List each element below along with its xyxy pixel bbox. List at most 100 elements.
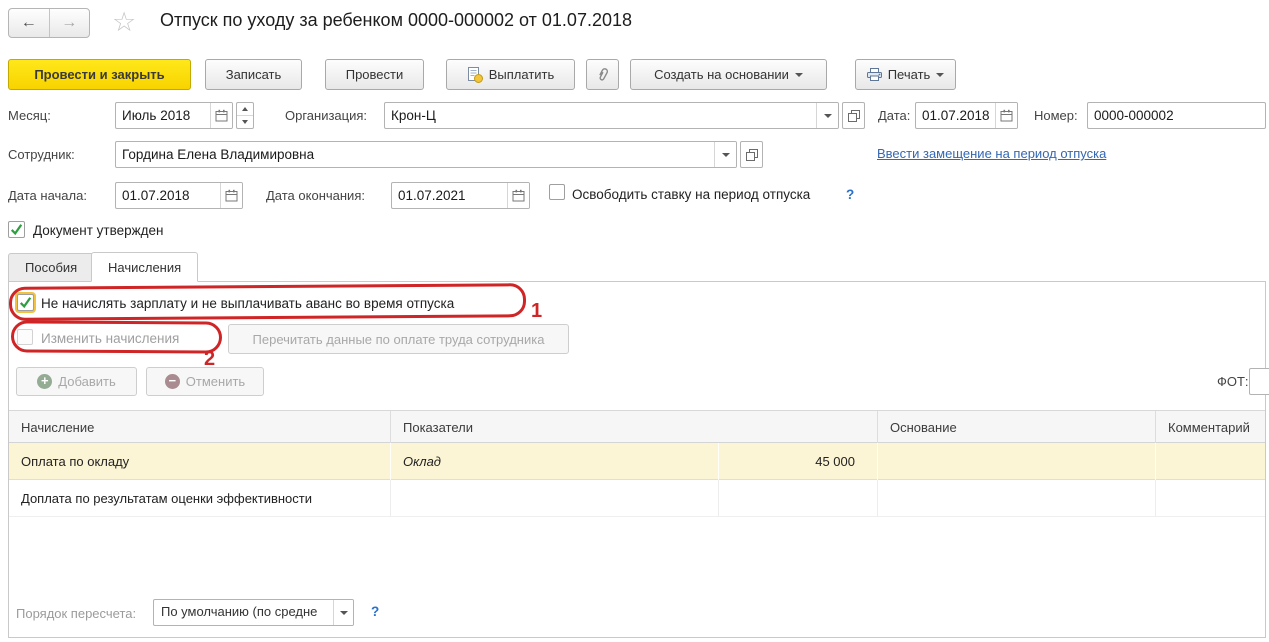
fot-label: ФОТ:	[1217, 374, 1249, 389]
employee-field	[115, 141, 737, 168]
date-label: Дата:	[878, 108, 910, 123]
back-button[interactable]: ←	[9, 9, 50, 37]
stepper-up-icon[interactable]	[237, 103, 253, 116]
nav-history-group: ← →	[8, 8, 90, 38]
pay-button[interactable]: Выплатить	[446, 59, 575, 90]
column-header-indicators[interactable]: Показатели	[390, 411, 877, 444]
column-header-basis[interactable]: Основание	[877, 411, 1155, 444]
recalc-help-icon[interactable]: ?	[371, 604, 379, 619]
tab-accruals[interactable]: Начисления	[91, 252, 198, 282]
attachments-button[interactable]	[586, 59, 619, 90]
reread-data-button[interactable]: Перечитать данные по оплате труда сотруд…	[228, 324, 569, 354]
table-row-selected[interactable]: Оплата по окладу Оклад 45 000	[9, 443, 1265, 480]
save-label: Записать	[226, 67, 282, 82]
create-based-on-label: Создать на основании	[654, 67, 789, 82]
save-button[interactable]: Записать	[205, 59, 302, 90]
release-rate-label: Освободить ставку на период отпуска	[572, 187, 810, 202]
add-row-label: Добавить	[58, 374, 115, 389]
cell-accrual[interactable]: Доплата по результатам оценки эффективно…	[9, 480, 390, 517]
start-date-label: Дата начала:	[8, 188, 87, 203]
post-and-close-label: Провести и закрыть	[34, 67, 164, 82]
recalc-order-label: Порядок пересчета:	[16, 606, 136, 621]
print-button[interactable]: Печать	[855, 59, 956, 90]
month-field	[115, 102, 233, 129]
fot-field	[1249, 368, 1269, 395]
employee-input[interactable]	[116, 142, 714, 167]
organization-open-button[interactable]	[842, 102, 865, 129]
recalc-order-select[interactable]: По умолчанию (по средне	[153, 599, 354, 626]
forward-button[interactable]: →	[50, 9, 90, 37]
change-accruals-checkbox[interactable]	[17, 329, 33, 345]
annotation-number-1: 1	[531, 300, 542, 323]
cell-basis[interactable]	[877, 480, 1155, 517]
dropdown-chevron-icon[interactable]	[714, 142, 736, 167]
employee-open-button[interactable]	[740, 141, 763, 168]
number-field	[1087, 102, 1266, 129]
cell-value[interactable]: 45 000	[718, 443, 877, 480]
no-salary-checkbox[interactable]	[17, 294, 34, 311]
recalc-order-value: По умолчанию (по средне	[154, 600, 333, 625]
change-accruals-label: Изменить начисления	[41, 331, 179, 346]
page-title: Отпуск по уходу за ребенком 0000-000002 …	[160, 10, 632, 31]
organization-input[interactable]	[385, 103, 816, 128]
cancel-row-label: Отменить	[186, 374, 245, 389]
cell-value[interactable]	[718, 480, 877, 517]
substitution-link[interactable]: Ввести замещение на период отпуска	[877, 146, 1106, 161]
pay-document-coin-icon	[467, 67, 483, 83]
add-row-button[interactable]: + Добавить	[16, 367, 137, 396]
end-date-field	[391, 182, 530, 209]
month-stepper	[236, 102, 254, 129]
tab-accruals-label: Начисления	[108, 260, 181, 275]
end-date-label: Дата окончания:	[266, 188, 365, 203]
number-label: Номер:	[1034, 108, 1078, 123]
printer-icon	[867, 68, 882, 81]
favorites-star-icon[interactable]: ☆	[112, 9, 136, 36]
open-form-icon	[746, 149, 758, 161]
open-form-icon	[848, 110, 860, 122]
tab-benefits[interactable]: Пособия	[8, 253, 94, 282]
cell-indicator[interactable]	[390, 480, 718, 517]
document-window: ← → ☆ Отпуск по уходу за ребенком 0000-0…	[0, 0, 1269, 642]
stepper-down-icon[interactable]	[237, 116, 253, 128]
dropdown-chevron-icon[interactable]	[816, 103, 838, 128]
number-input[interactable]	[1088, 103, 1265, 128]
end-date-input[interactable]	[392, 183, 507, 208]
column-header-accrual[interactable]: Начисление	[9, 411, 390, 444]
month-input[interactable]	[116, 103, 210, 128]
date-input[interactable]	[916, 103, 995, 128]
check-icon	[10, 223, 23, 236]
employee-label: Сотрудник:	[8, 147, 75, 162]
calendar-icon[interactable]	[995, 103, 1017, 128]
release-rate-help-icon[interactable]: ?	[846, 187, 854, 202]
cell-accrual[interactable]: Оплата по окладу	[9, 443, 390, 480]
post-button[interactable]: Провести	[325, 59, 424, 90]
cancel-row-button[interactable]: − Отменить	[146, 367, 264, 396]
chevron-down-icon	[936, 73, 944, 77]
calendar-icon[interactable]	[210, 103, 232, 128]
create-based-on-button[interactable]: Создать на основании	[630, 59, 827, 90]
start-date-field	[115, 182, 243, 209]
table-header-row: Начисление Показатели Основание Коммента…	[9, 410, 1265, 443]
calendar-icon[interactable]	[507, 183, 529, 208]
cell-indicator[interactable]: Оклад	[390, 443, 718, 480]
cell-comment[interactable]	[1155, 443, 1265, 480]
paperclip-icon	[596, 67, 610, 82]
pay-label: Выплатить	[489, 67, 555, 82]
fot-input[interactable]	[1250, 369, 1269, 394]
cell-basis[interactable]	[877, 443, 1155, 480]
chevron-down-icon	[795, 73, 803, 77]
start-date-input[interactable]	[116, 183, 220, 208]
date-field	[915, 102, 1018, 129]
calendar-icon[interactable]	[220, 183, 242, 208]
organization-label: Организация:	[285, 108, 367, 123]
accruals-table: Начисление Показатели Основание Коммента…	[9, 410, 1265, 443]
dropdown-chevron-icon	[333, 600, 353, 625]
post-label: Провести	[346, 67, 404, 82]
table-row[interactable]: Доплата по результатам оценки эффективно…	[9, 480, 1265, 517]
plus-circle-icon: +	[37, 374, 52, 389]
column-header-comment[interactable]: Комментарий	[1155, 411, 1265, 444]
release-rate-checkbox[interactable]	[549, 184, 565, 200]
approved-checkbox[interactable]	[8, 221, 25, 238]
post-and-close-button[interactable]: Провести и закрыть	[8, 59, 191, 90]
cell-comment[interactable]	[1155, 480, 1265, 517]
